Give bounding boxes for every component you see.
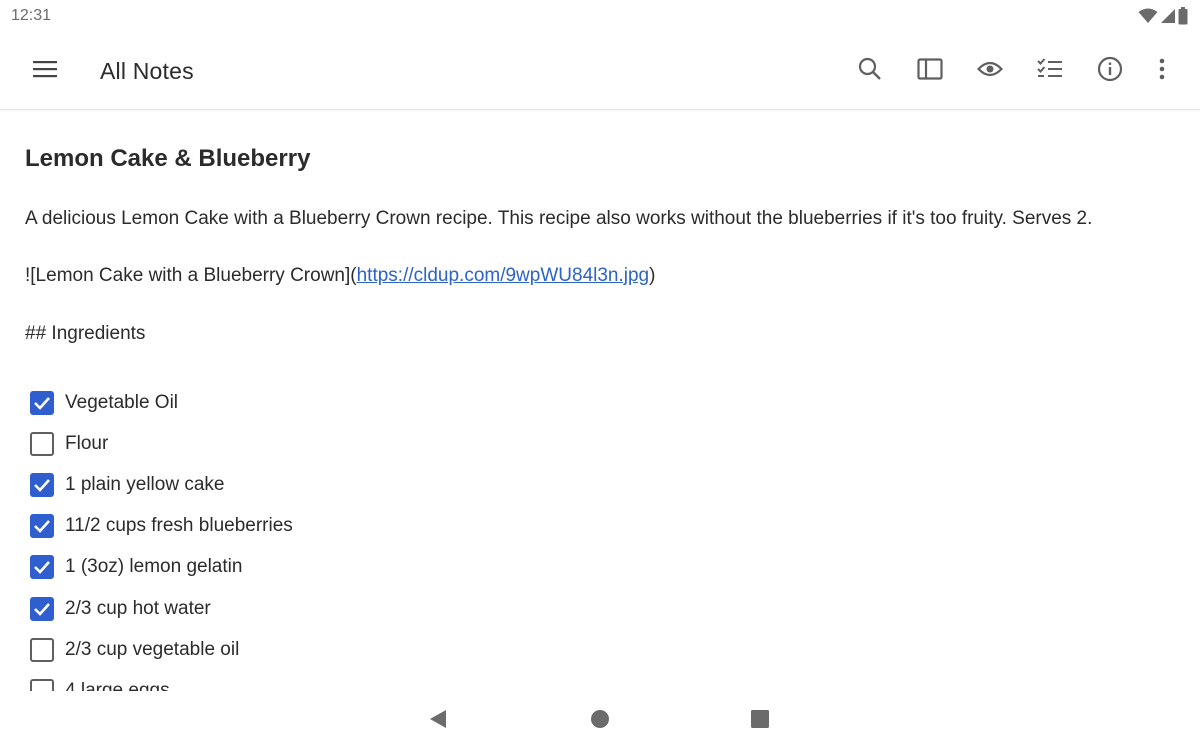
checklist-item: 2/3 cup hot water (30, 588, 293, 629)
home-icon (590, 709, 610, 734)
checklist-item: 4 large eggs (30, 670, 293, 691)
home-button[interactable] (580, 701, 620, 741)
page-title: All Notes (100, 57, 194, 84)
status-time: 12:31 (11, 7, 52, 24)
checklist-item: 1 plain yellow cake (30, 464, 293, 505)
checklist-button[interactable] (1030, 51, 1070, 91)
menu-button[interactable] (25, 51, 65, 91)
image-markdown-suffix: ) (649, 265, 656, 286)
wifi-icon (1138, 8, 1158, 24)
info-icon (1097, 56, 1123, 87)
checklist-item: 1 (3oz) lemon gelatin (30, 547, 293, 588)
checkbox[interactable] (30, 555, 54, 580)
navigation-bar (0, 691, 1200, 750)
checklist-item: Vegetable Oil (30, 382, 293, 423)
battery-icon (1178, 7, 1188, 25)
note-content[interactable]: Lemon Cake & Blueberry A delicious Lemon… (0, 111, 1200, 691)
checkbox[interactable] (30, 596, 54, 621)
checkbox[interactable] (30, 678, 54, 691)
checklist-label: 2/3 cup hot water (65, 597, 211, 619)
checklist-label: 1 plain yellow cake (65, 473, 225, 495)
preview-button[interactable] (970, 51, 1010, 91)
checklist-label: Vegetable Oil (65, 391, 179, 413)
checklist-icon (1037, 57, 1063, 85)
info-button[interactable] (1090, 51, 1130, 91)
checkbox[interactable] (30, 637, 54, 662)
checkbox[interactable] (30, 431, 54, 456)
ingredients-heading[interactable]: ## Ingredients (25, 323, 145, 345)
image-markdown-prefix: ![Lemon Cake with a Blueberry Crown]( (25, 265, 357, 286)
back-button[interactable] (418, 701, 458, 741)
sidebar-icon (917, 57, 943, 85)
toggle-sidebar-button[interactable] (910, 51, 950, 91)
checklist-label: 11/2 cups fresh blueberries (65, 515, 293, 537)
note-description[interactable]: A delicious Lemon Cake with a Blueberry … (25, 208, 1092, 230)
more-vert-icon (1159, 58, 1165, 85)
checklist-label: 2/3 cup vegetable oil (65, 638, 240, 660)
status-bar: 12:31 (0, 0, 1200, 32)
recents-button[interactable] (740, 701, 780, 741)
note-title[interactable]: Lemon Cake & Blueberry (25, 145, 310, 173)
app-bar: All Notes (0, 32, 1200, 110)
status-icons (1138, 7, 1188, 25)
ingredients-checklist: Vegetable Oil Flour 1 plain yellow cake … (30, 382, 293, 691)
back-icon (428, 709, 448, 734)
signal-icon (1160, 8, 1176, 24)
checklist-label: 1 (3oz) lemon gelatin (65, 556, 243, 578)
checklist-item: 11/2 cups fresh blueberries (30, 506, 293, 547)
menu-icon (33, 59, 57, 84)
preview-icon (976, 59, 1004, 84)
more-options-button[interactable] (1142, 51, 1182, 91)
checkbox[interactable] (30, 514, 54, 539)
image-link[interactable]: https://cldup.com/9wpWU84l3n.jpg (357, 265, 650, 286)
note-image-markdown[interactable]: ![Lemon Cake with a Blueberry Crown](htt… (25, 265, 655, 287)
search-icon (857, 56, 883, 87)
checklist-label: 4 large eggs (65, 679, 170, 691)
checklist-label: Flour (65, 432, 109, 454)
recents-icon (750, 709, 770, 734)
checklist-item: Flour (30, 423, 293, 464)
checklist-item: 2/3 cup vegetable oil (30, 629, 293, 670)
checkbox[interactable] (30, 472, 54, 497)
checkbox[interactable] (30, 390, 54, 415)
search-button[interactable] (850, 51, 890, 91)
